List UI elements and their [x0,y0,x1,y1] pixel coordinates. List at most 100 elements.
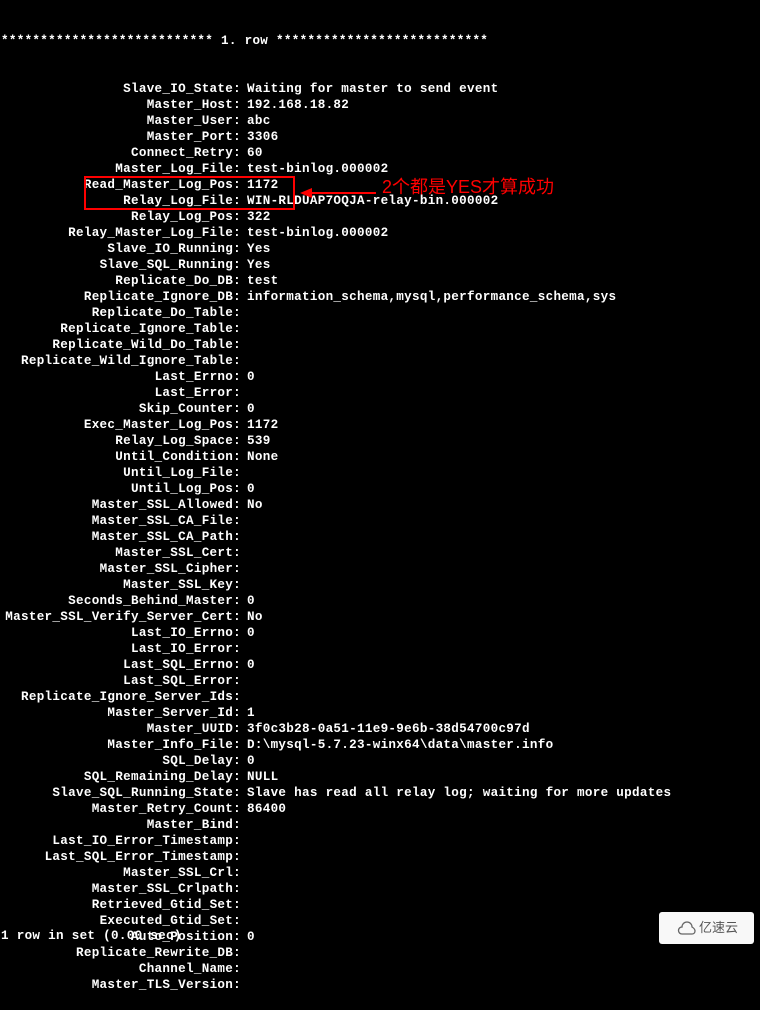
field-label: Last_Error: [1,385,241,401]
field-label: Slave_SQL_Running_State: [1,785,241,801]
status-line: Until_Condition:None [1,449,759,465]
field-value [241,353,247,369]
field-value: 0 [241,593,255,609]
field-value: 3f0c3b28-0a51-11e9-9e6b-38d54700c97d [241,721,530,737]
status-line: Retrieved_Gtid_Set: [1,897,759,913]
field-label: Last_IO_Error_Timestamp: [1,833,241,849]
status-line: Exec_Master_Log_Pos:1172 [1,417,759,433]
status-line: Slave_SQL_Running_State:Slave has read a… [1,785,759,801]
status-line: Slave_IO_State:Waiting for master to sen… [1,81,759,97]
field-label: Master_Bind: [1,817,241,833]
status-line: Master_SSL_Cipher: [1,561,759,577]
field-value: 3306 [241,129,278,145]
field-label: Replicate_Ignore_DB: [1,289,241,305]
status-line: Replicate_Ignore_Table: [1,321,759,337]
field-value: Waiting for master to send event [241,81,498,97]
field-value: NULL [241,769,278,785]
field-value [241,561,247,577]
field-label: Last_SQL_Error_Timestamp: [1,849,241,865]
field-value: test-binlog.000002 [241,225,388,241]
row-header: *************************** 1. row *****… [1,33,759,49]
field-value [241,545,247,561]
field-value: abc [241,113,271,129]
field-value: 0 [241,625,255,641]
field-label: Master_Server_Id: [1,705,241,721]
status-line: SQL_Remaining_Delay:NULL [1,769,759,785]
status-line: SQL_Delay:0 [1,753,759,769]
field-label: Until_Log_File: [1,465,241,481]
field-label: Exec_Master_Log_Pos: [1,417,241,433]
field-label: Master_TLS_Version: [1,977,241,993]
field-label: Slave_IO_Running: [1,241,241,257]
field-label: SQL_Delay: [1,753,241,769]
field-label: Master_SSL_Cert: [1,545,241,561]
field-label: Slave_IO_State: [1,81,241,97]
field-value [241,529,247,545]
status-line: Read_Master_Log_Pos:1172 [1,177,759,193]
field-value [241,577,247,593]
field-value: test-binlog.000002 [241,161,388,177]
field-value [241,305,247,321]
field-value [241,689,247,705]
result-footer: 1 row in set (0.00 sec) [1,928,182,944]
field-label: Master_SSL_Cipher: [1,561,241,577]
status-line: Replicate_Wild_Do_Table: [1,337,759,353]
status-line: Skip_Counter:0 [1,401,759,417]
field-value: No [241,497,263,513]
status-line: Master_Retry_Count:86400 [1,801,759,817]
field-value [241,673,247,689]
watermark-badge: 亿速云 [659,912,754,944]
status-line: Slave_SQL_Running:Yes [1,257,759,273]
field-value: 539 [241,433,271,449]
field-label: Retrieved_Gtid_Set: [1,897,241,913]
status-line: Relay_Log_File:WIN-RLDUAP7OQJA-relay-bin… [1,193,759,209]
status-line: Channel_Name: [1,961,759,977]
field-value: 0 [241,369,255,385]
field-value [241,337,247,353]
status-line: Replicate_Ignore_DB:information_schema,m… [1,289,759,305]
field-label: Master_SSL_Verify_Server_Cert: [1,609,241,625]
field-value: Yes [241,241,271,257]
field-label: Master_Info_File: [1,737,241,753]
field-value: 60 [241,145,263,161]
status-line: Relay_Log_Pos:322 [1,209,759,225]
field-label: SQL_Remaining_Delay: [1,769,241,785]
status-line: Master_SSL_Key: [1,577,759,593]
field-label: Replicate_Ignore_Table: [1,321,241,337]
field-label: Master_SSL_Allowed: [1,497,241,513]
field-value: Yes [241,257,271,273]
status-line: Until_Log_File: [1,465,759,481]
field-value: 86400 [241,801,286,817]
status-line: Last_IO_Error: [1,641,759,657]
field-value [241,641,247,657]
field-label: Relay_Log_File: [1,193,241,209]
field-label: Seconds_Behind_Master: [1,593,241,609]
field-label: Slave_SQL_Running: [1,257,241,273]
field-value [241,945,247,961]
status-line: Master_Bind: [1,817,759,833]
field-value [241,913,247,929]
field-label: Master_Port: [1,129,241,145]
field-value: 0 [241,753,255,769]
watermark-label: 亿速云 [699,920,738,936]
field-value: information_schema,mysql,performance_sch… [241,289,616,305]
field-label: Channel_Name: [1,961,241,977]
field-value: D:\mysql-5.7.23-winx64\data\master.info [241,737,553,753]
status-line: Master_SSL_Verify_Server_Cert:No [1,609,759,625]
status-line: Master_TLS_Version: [1,977,759,993]
field-value: No [241,609,263,625]
field-label: Relay_Log_Pos: [1,209,241,225]
field-value: 1172 [241,417,278,433]
field-label: Replicate_Ignore_Server_Ids: [1,689,241,705]
status-line: Master_SSL_Cert: [1,545,759,561]
status-line: Master_Port:3306 [1,129,759,145]
field-label: Replicate_Do_DB: [1,273,241,289]
field-value: 0 [241,657,255,673]
field-label: Last_Errno: [1,369,241,385]
field-value [241,385,247,401]
field-label: Master_SSL_Crl: [1,865,241,881]
field-value [241,961,247,977]
field-value: 0 [241,481,255,497]
field-value [241,897,247,913]
status-line: Replicate_Do_Table: [1,305,759,321]
